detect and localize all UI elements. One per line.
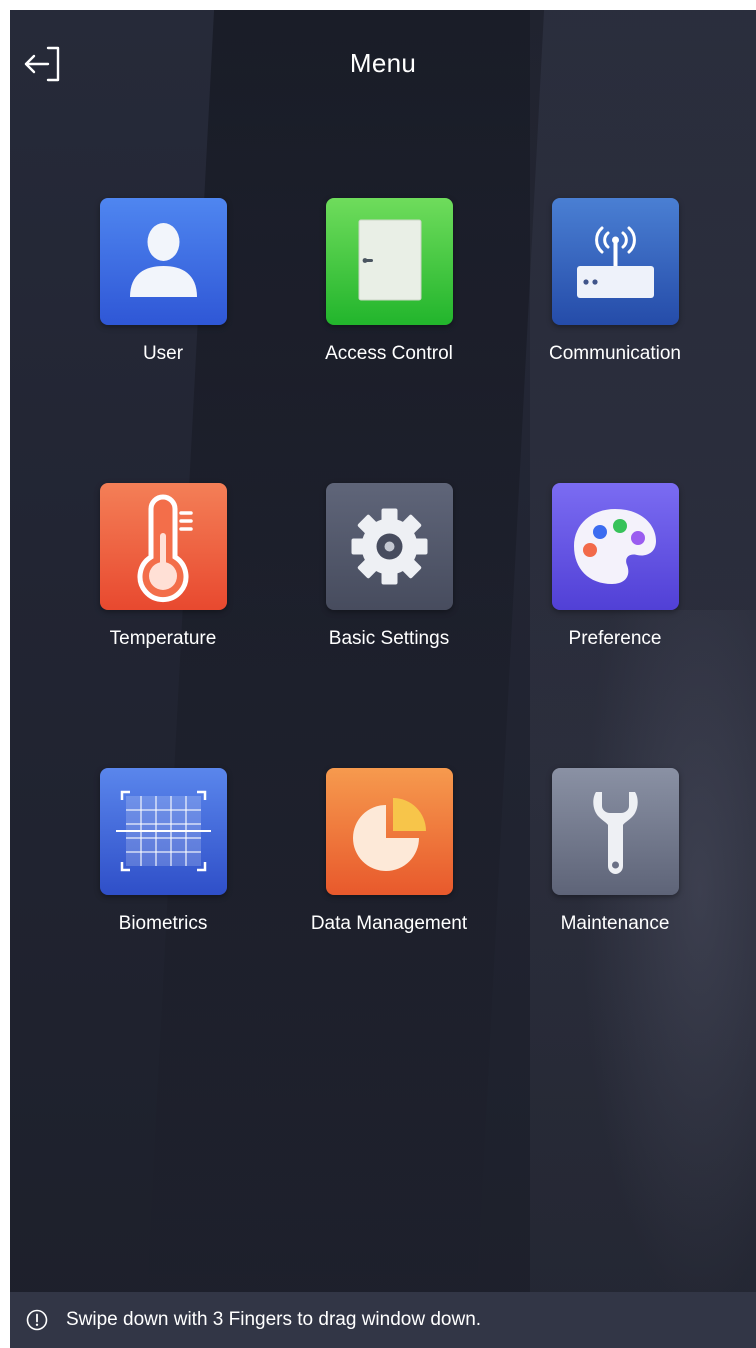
menu-item-access-control[interactable]: Access Control (276, 198, 502, 483)
biometric-scan-icon (99, 768, 227, 895)
menu-grid: User Access Control Communication Temper… (50, 198, 730, 1053)
menu-item-communication[interactable]: Communication (502, 198, 728, 483)
gear-icon (325, 483, 453, 610)
menu-item-label: Basic Settings (328, 628, 450, 649)
tip-text: Swipe down with 3 Fingers to drag window… (66, 1309, 482, 1330)
door-icon (325, 198, 453, 325)
menu-item-label: User (142, 343, 184, 364)
menu-item-user[interactable]: User (50, 198, 276, 483)
info-icon (26, 1309, 48, 1331)
pie-chart-icon (325, 768, 453, 895)
menu-item-maintenance[interactable]: Maintenance (502, 768, 728, 1053)
tip-bar: Swipe down with 3 Fingers to drag window… (10, 1292, 756, 1348)
menu-item-label: Access Control (325, 343, 453, 364)
wrench-icon (551, 768, 679, 895)
menu-item-label: Biometrics (118, 913, 208, 934)
menu-item-temperature[interactable]: Temperature (50, 483, 276, 768)
menu-item-label: Preference (568, 628, 662, 649)
router-icon (551, 198, 679, 325)
menu-item-preference[interactable]: Preference (502, 483, 728, 768)
menu-item-basic-settings[interactable]: Basic Settings (276, 483, 502, 768)
user-icon (99, 198, 227, 325)
menu-item-data-management[interactable]: Data Management (276, 768, 502, 1053)
menu-item-biometrics[interactable]: Biometrics (50, 768, 276, 1053)
palette-icon (551, 483, 679, 610)
menu-item-label: Communication (549, 343, 681, 364)
page-title: Menu (349, 48, 417, 78)
menu-item-label: Temperature (109, 628, 217, 649)
menu-screen: Menu User Access Control Communication T… (10, 10, 756, 1348)
menu-item-label: Maintenance (560, 913, 670, 934)
thermometer-icon (99, 483, 227, 610)
menu-item-label: Data Management (310, 913, 468, 934)
